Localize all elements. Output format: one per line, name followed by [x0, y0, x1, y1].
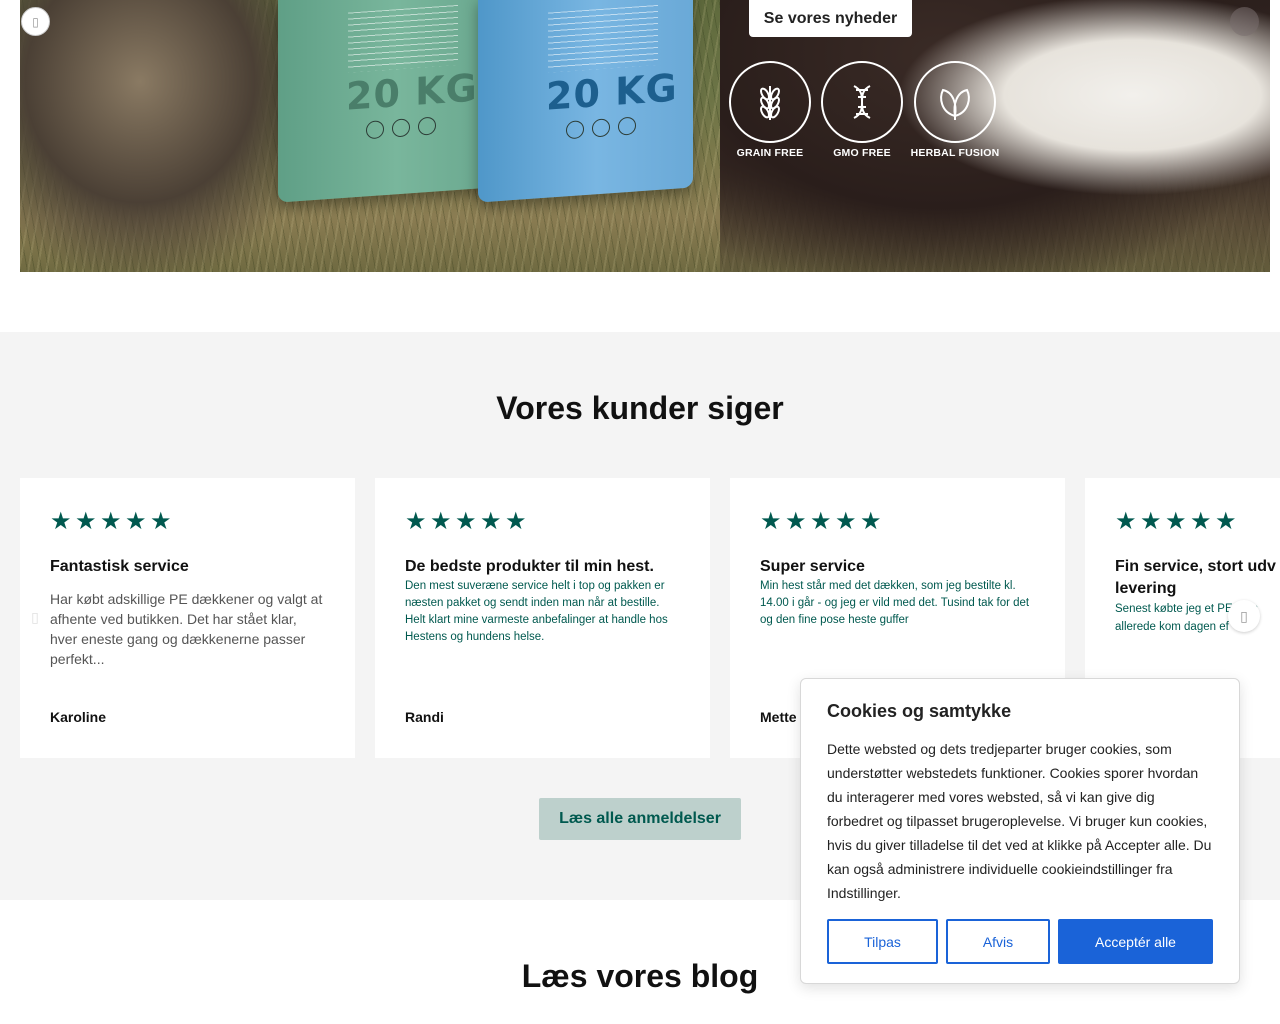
star-icon: ★: [1215, 507, 1237, 535]
accept-all-button[interactable]: Acceptér alle: [1058, 919, 1213, 964]
product-bag-blue: 20 KG: [478, 0, 693, 203]
badge-label: GRAIN FREE: [736, 147, 804, 159]
reviews-heading: Vores kunder siger: [496, 390, 784, 426]
cookie-text: Dette websted og dets tredjeparter bruge…: [827, 741, 1212, 901]
badge-grain-free: GRAIN FREE: [729, 61, 811, 159]
badge-herbal-fusion: HERBAL FUSION: [911, 61, 999, 159]
review-title: Super service: [760, 558, 865, 575]
wheat-icon: [729, 61, 811, 143]
news-button[interactable]: Se vores nyheder: [749, 0, 912, 37]
star-icon: ★: [150, 507, 172, 535]
review-body: Har købt adskillige PE dækkener og valgt…: [50, 591, 323, 667]
star-icon: ★: [455, 507, 477, 535]
star-icon: ★: [430, 507, 452, 535]
product-bag-green: 20 KG: [278, 0, 493, 203]
star-icon: ★: [100, 507, 122, 535]
carousel-next-button[interactable]: [1230, 7, 1259, 36]
bag-weight-label: 20 KG: [546, 65, 678, 119]
cookie-title: Cookies og samtykke: [827, 701, 1012, 721]
reviews-prev-arrow[interactable]: ▯: [18, 600, 52, 634]
star-rating: ★ ★ ★ ★ ★: [405, 508, 680, 534]
star-icon: ★: [50, 507, 72, 535]
star-icon: ★: [760, 507, 782, 535]
star-icon: ★: [480, 507, 502, 535]
review-author: Randi: [405, 709, 444, 725]
star-icon: ★: [75, 507, 97, 535]
bag-weight-label: 20 KG: [346, 65, 478, 119]
review-title: Fin service, stort udv levering: [1115, 558, 1276, 597]
star-icon: ★: [810, 507, 832, 535]
star-rating: ★ ★ ★ ★ ★: [50, 508, 325, 534]
badge-gmo-free: GMO FREE: [821, 61, 903, 159]
reject-button[interactable]: Afvis: [946, 919, 1050, 964]
star-icon: ★: [405, 507, 427, 535]
review-body: Den mest suveræne service helt i top og …: [405, 580, 668, 643]
badge-label: HERBAL FUSION: [910, 147, 1000, 159]
review-title: De bedste produkter til min hest.: [405, 558, 654, 575]
reviews-next-arrow[interactable]: ▯: [1228, 600, 1260, 632]
star-rating: ★ ★ ★ ★ ★: [760, 508, 1035, 534]
carousel-prev-button[interactable]: ▯: [21, 7, 50, 36]
star-icon: ★: [505, 507, 527, 535]
review-title: Fantastisk service: [50, 558, 189, 575]
cookie-consent-dialog: Cookies og samtykke Dette websted og det…: [800, 678, 1240, 984]
star-icon: ★: [1190, 507, 1212, 535]
review-author: Mette: [760, 709, 797, 725]
star-icon: ★: [860, 507, 882, 535]
review-card: ★ ★ ★ ★ ★ De bedste produkter til min he…: [375, 478, 710, 758]
star-rating: ★ ★ ★ ★ ★: [1115, 508, 1280, 534]
star-icon: ★: [1165, 507, 1187, 535]
customize-button[interactable]: Tilpas: [827, 919, 938, 964]
star-icon: ★: [835, 507, 857, 535]
review-body: Min hest står med det dækken, som jeg be…: [760, 580, 1030, 626]
hero-banner: 20 KG 20 KG Se vores nyheder GRAIN FREE: [20, 0, 1270, 272]
star-icon: ★: [1115, 507, 1137, 535]
badge-label: GMO FREE: [833, 147, 891, 159]
horse-image-left: [20, 0, 320, 272]
star-icon: ★: [785, 507, 807, 535]
star-icon: ★: [125, 507, 147, 535]
review-card: ★ ★ ★ ★ ★ Fantastisk service Har købt ad…: [20, 478, 355, 758]
review-author: Karoline: [50, 709, 107, 725]
leaves-icon: [914, 61, 996, 143]
star-icon: ★: [1140, 507, 1162, 535]
dna-icon: [821, 61, 903, 143]
cookie-actions: Tilpas Afvis Acceptér alle: [827, 919, 1213, 964]
read-all-reviews-button[interactable]: Læs alle anmeldelser: [539, 798, 741, 840]
